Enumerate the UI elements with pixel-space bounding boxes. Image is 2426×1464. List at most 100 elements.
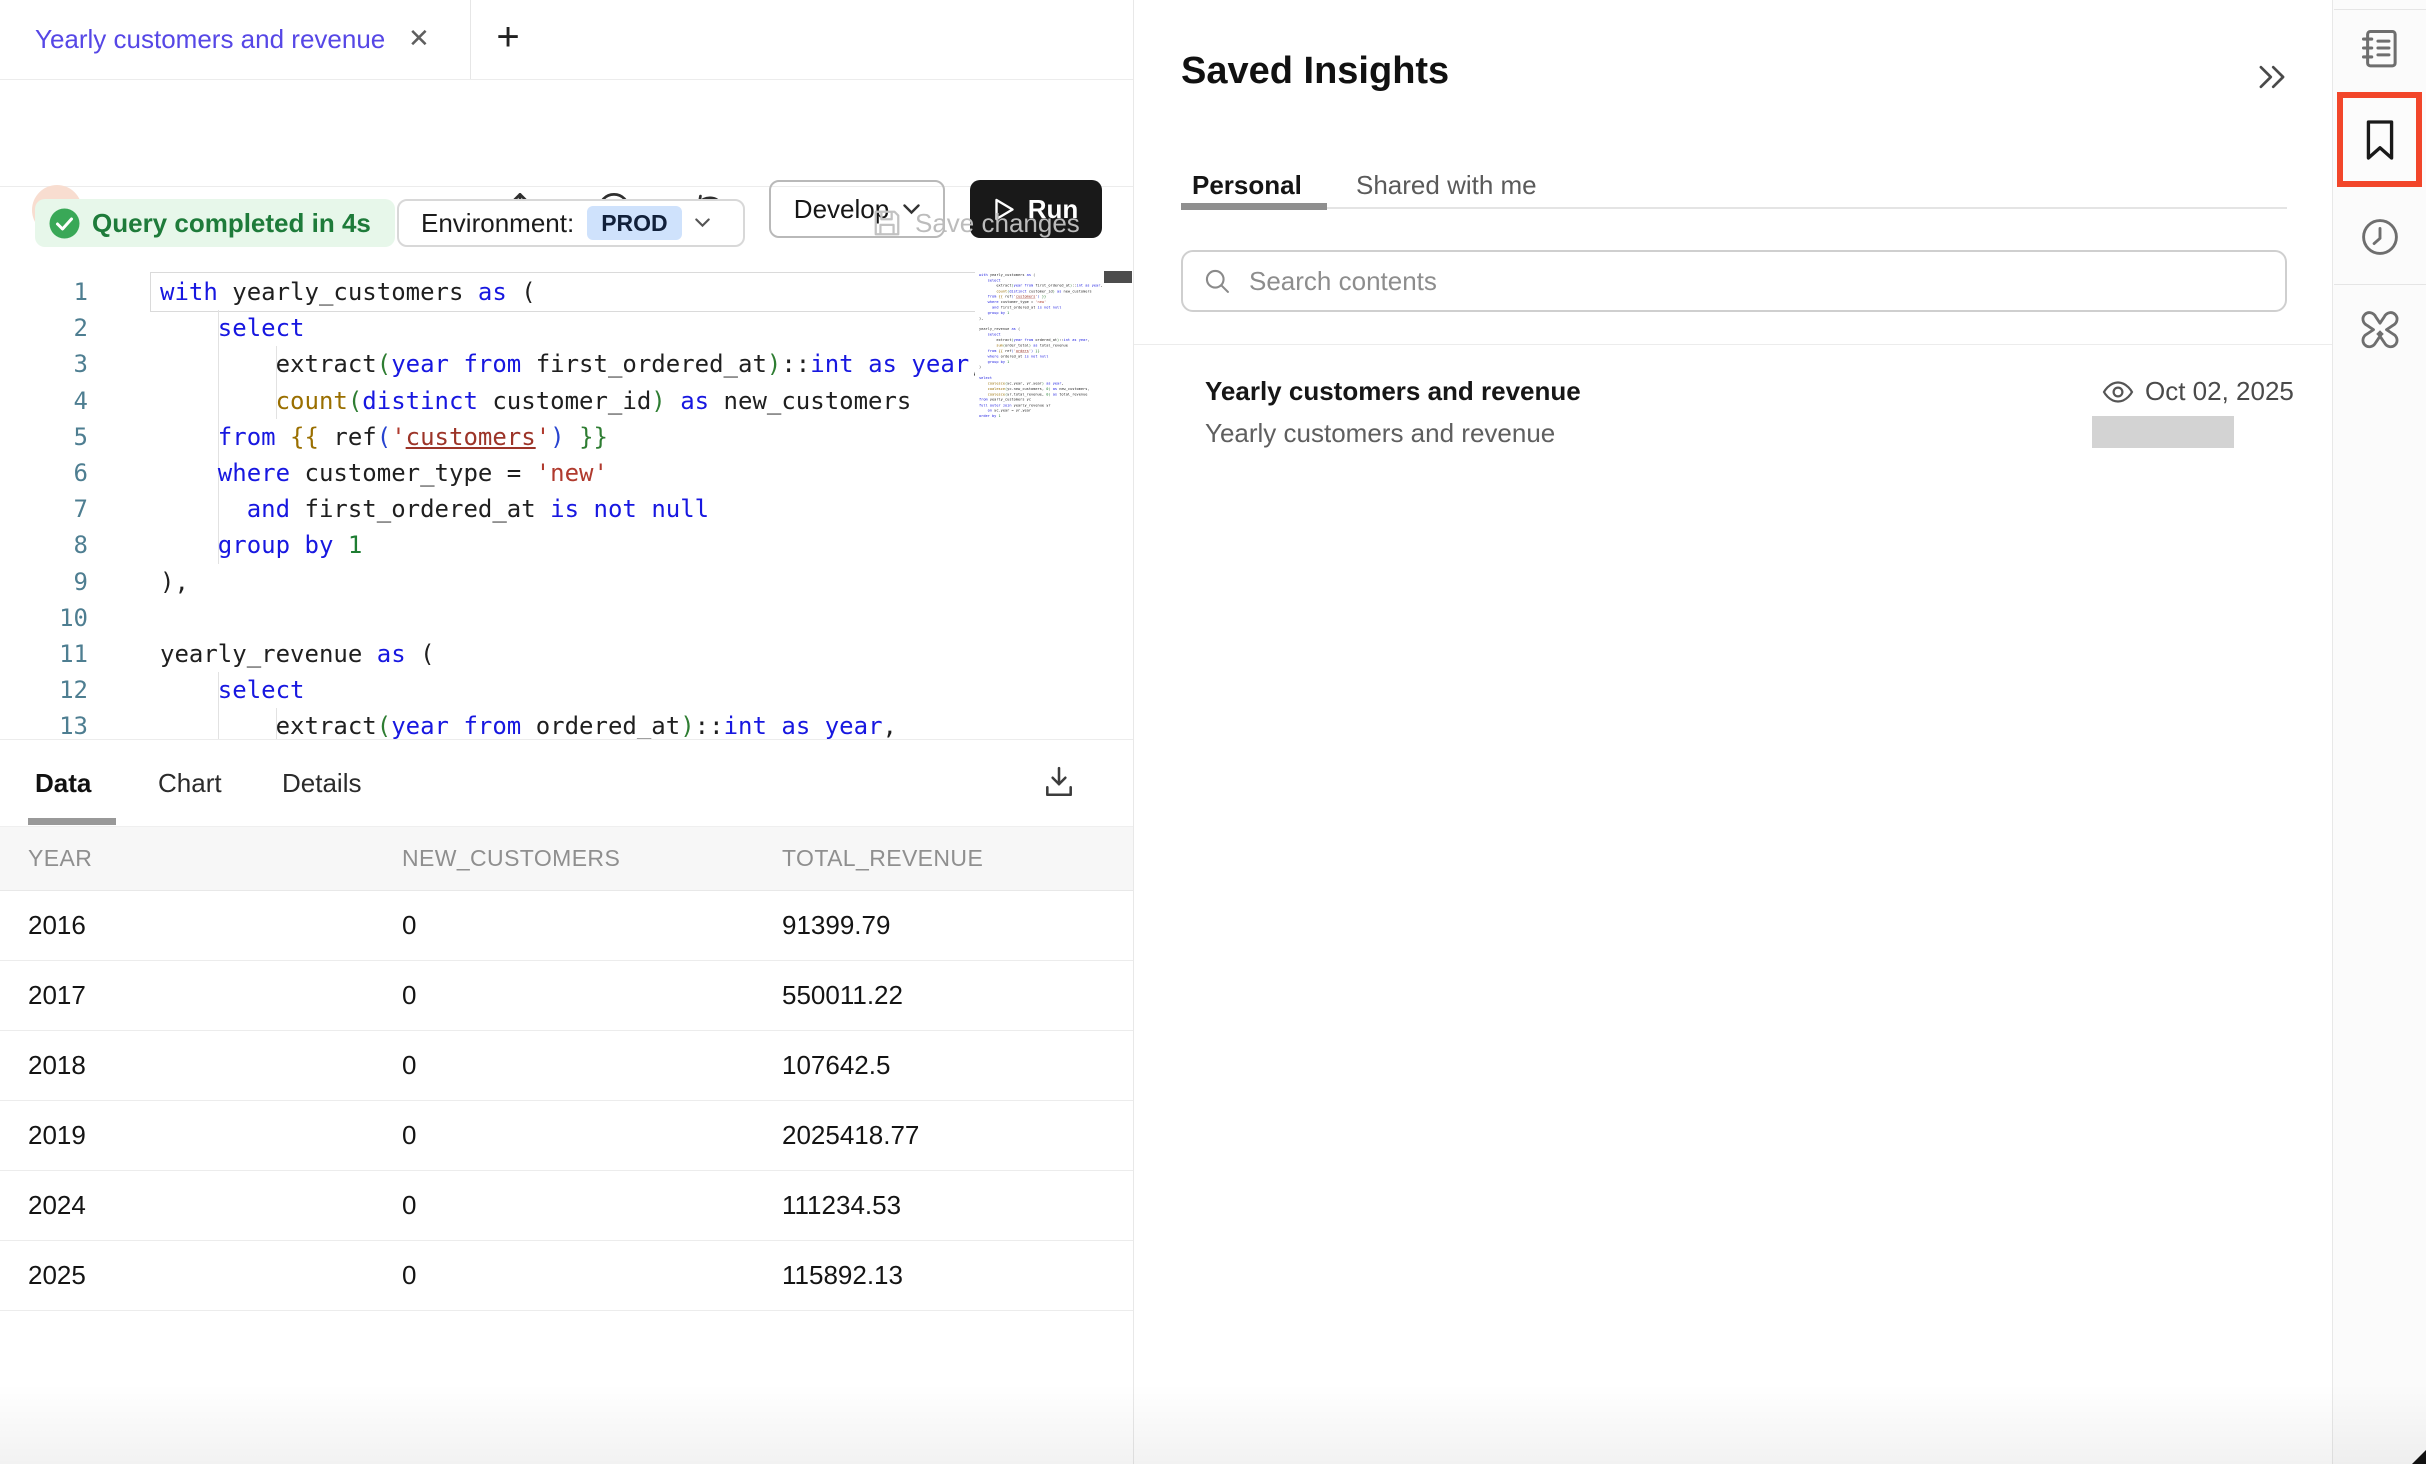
search-input[interactable] xyxy=(1247,265,2265,298)
table-cell: 2024 xyxy=(28,1171,86,1240)
new-tab-button[interactable]: + xyxy=(488,0,528,79)
bookmark-active-highlight[interactable] xyxy=(2337,92,2422,187)
tab-shared-with-me[interactable]: Shared with me xyxy=(1356,168,1537,202)
code-line: yearly_revenue as ( xyxy=(160,636,984,672)
results-table-body: 2016091399.7920170550011.2220180107642.5… xyxy=(0,891,1133,1311)
table-cell: 0 xyxy=(402,1031,416,1100)
query-status-badge: Query completed in 4s xyxy=(35,199,395,247)
code-line: ), xyxy=(160,564,984,600)
insight-item-subtitle: Yearly customers and revenue xyxy=(1205,418,1555,449)
check-circle-icon xyxy=(49,208,80,239)
editor-minimap[interactable]: with yearly_customers as ( select extrac… xyxy=(975,262,1102,739)
results-tab-bar: Data Chart Details xyxy=(0,740,1133,826)
active-tab-underline xyxy=(28,818,116,825)
tab-divider-line xyxy=(1181,207,2287,209)
line-number: 8 xyxy=(0,527,88,563)
tab-personal[interactable]: Personal xyxy=(1192,168,1302,202)
insight-item-title[interactable]: Yearly customers and revenue xyxy=(1205,376,1581,407)
app-root: Yearly customers and revenue ✕ + BL Your… xyxy=(0,0,2426,1464)
table-cell: 0 xyxy=(402,1101,416,1170)
line-number: 9 xyxy=(0,564,88,600)
download-icon[interactable] xyxy=(1042,765,1076,799)
tab-data[interactable]: Data xyxy=(35,740,91,826)
eye-icon xyxy=(2102,380,2134,404)
table-cell: 2018 xyxy=(28,1031,86,1100)
code-line: from {{ ref('customers') }} xyxy=(160,419,984,455)
results-table-header: YEAR NEW_CUSTOMERS TOTAL_REVENUE xyxy=(0,826,1133,891)
column-header-year: YEAR xyxy=(28,827,92,890)
line-number: 3 xyxy=(0,346,88,382)
table-cell: 550011.22 xyxy=(782,961,903,1030)
table-row: 2025 0 115892.13 xyxy=(0,1241,1133,1311)
minimap-code: with yearly_customers as ( select extrac… xyxy=(979,272,1102,419)
insight-item-date: Oct 02, 2025 xyxy=(2102,376,2294,407)
line-number: 10 xyxy=(0,600,88,636)
editor-code[interactable]: with yearly_customers as ( select extrac… xyxy=(160,274,984,740)
code-line: and first_ordered_at is not null xyxy=(160,491,984,527)
sql-editor[interactable]: 12345678910111213 with yearly_customers … xyxy=(0,262,1133,740)
table-cell: 0 xyxy=(402,1171,416,1240)
tab-separator xyxy=(470,0,471,79)
table-row: 2016 0 91399.79 xyxy=(0,891,1133,961)
code-line: select xyxy=(160,310,984,346)
rail-divider xyxy=(2334,9,2426,10)
table-cell: 91399.79 xyxy=(782,891,890,960)
line-number: 12 xyxy=(0,672,88,708)
tab-details[interactable]: Details xyxy=(282,740,361,826)
dbt-logo-icon[interactable] xyxy=(2354,308,2406,360)
active-tab-underline xyxy=(1181,203,1327,210)
table-cell: 107642.5 xyxy=(782,1031,890,1100)
table-cell: 2016 xyxy=(28,891,86,960)
code-line: extract(year from ordered_at)::int as ye… xyxy=(160,708,984,740)
table-cell: 115892.13 xyxy=(782,1241,903,1310)
table-cell: 111234.53 xyxy=(782,1171,901,1240)
environment-selector[interactable]: Environment: PROD xyxy=(397,199,745,247)
editor-scrollbar-thumb[interactable] xyxy=(1104,271,1132,283)
line-number: 1 xyxy=(0,274,88,310)
search-box[interactable] xyxy=(1181,250,2287,312)
collapse-panel-icon[interactable] xyxy=(2256,62,2288,92)
chevron-down-icon xyxy=(695,218,710,228)
line-number: 7 xyxy=(0,491,88,527)
table-row: 2024 0 111234.53 xyxy=(0,1171,1133,1241)
environment-label: Environment: xyxy=(421,208,574,239)
notebook-icon[interactable] xyxy=(2358,26,2402,70)
code-line: where customer_type = 'new' xyxy=(160,455,984,491)
line-number: 5 xyxy=(0,419,88,455)
tab-yearly-customers[interactable]: Yearly customers and revenue xyxy=(35,0,385,79)
column-header-new-customers: NEW_CUSTOMERS xyxy=(402,827,620,890)
saved-insights-panel: Saved Insights Personal Shared with me Y… xyxy=(1134,0,2332,1464)
code-line: order by 1 xyxy=(979,413,1102,418)
query-workspace-panel: Yearly customers and revenue ✕ + BL Your… xyxy=(0,0,1134,1464)
code-line: select xyxy=(160,672,984,708)
insight-header: BL Your saved insight Develop xyxy=(0,79,1133,187)
right-icon-rail xyxy=(2332,0,2426,1464)
table-cell: 0 xyxy=(402,891,416,960)
search-icon xyxy=(1203,267,1231,295)
table-cell: 0 xyxy=(402,1241,416,1310)
table-cell: 2025 xyxy=(28,1241,86,1310)
clock-icon[interactable] xyxy=(2359,216,2401,258)
line-number: 4 xyxy=(0,383,88,419)
table-row: 2018 0 107642.5 xyxy=(0,1031,1133,1101)
table-cell: 2025418.77 xyxy=(782,1101,919,1170)
skeleton-placeholder xyxy=(2092,416,2234,448)
code-line: group by 1 xyxy=(160,527,984,563)
rail-divider xyxy=(2334,284,2426,285)
tab-bar: Yearly customers and revenue ✕ + xyxy=(0,0,1133,80)
editor-gutter: 12345678910111213 xyxy=(0,274,88,740)
save-changes-button[interactable]: Save changes xyxy=(872,199,1080,247)
save-icon xyxy=(872,208,902,238)
tab-close-icon[interactable]: ✕ xyxy=(408,0,430,79)
table-cell: 2019 xyxy=(28,1101,86,1170)
code-line: with yearly_customers as ( xyxy=(160,274,984,310)
list-divider xyxy=(1134,344,2332,345)
column-header-total-revenue: TOTAL_REVENUE xyxy=(782,827,983,890)
line-number: 13 xyxy=(0,708,88,740)
bookmark-icon xyxy=(2362,117,2398,163)
panel-title: Saved Insights xyxy=(1181,50,1449,93)
code-line: count(distinct customer_id) as new_custo… xyxy=(160,383,984,419)
code-line: extract(year from first_ordered_at)::int… xyxy=(160,346,984,382)
tab-chart[interactable]: Chart xyxy=(158,740,222,826)
table-row: 2019 0 2025418.77 xyxy=(0,1101,1133,1171)
